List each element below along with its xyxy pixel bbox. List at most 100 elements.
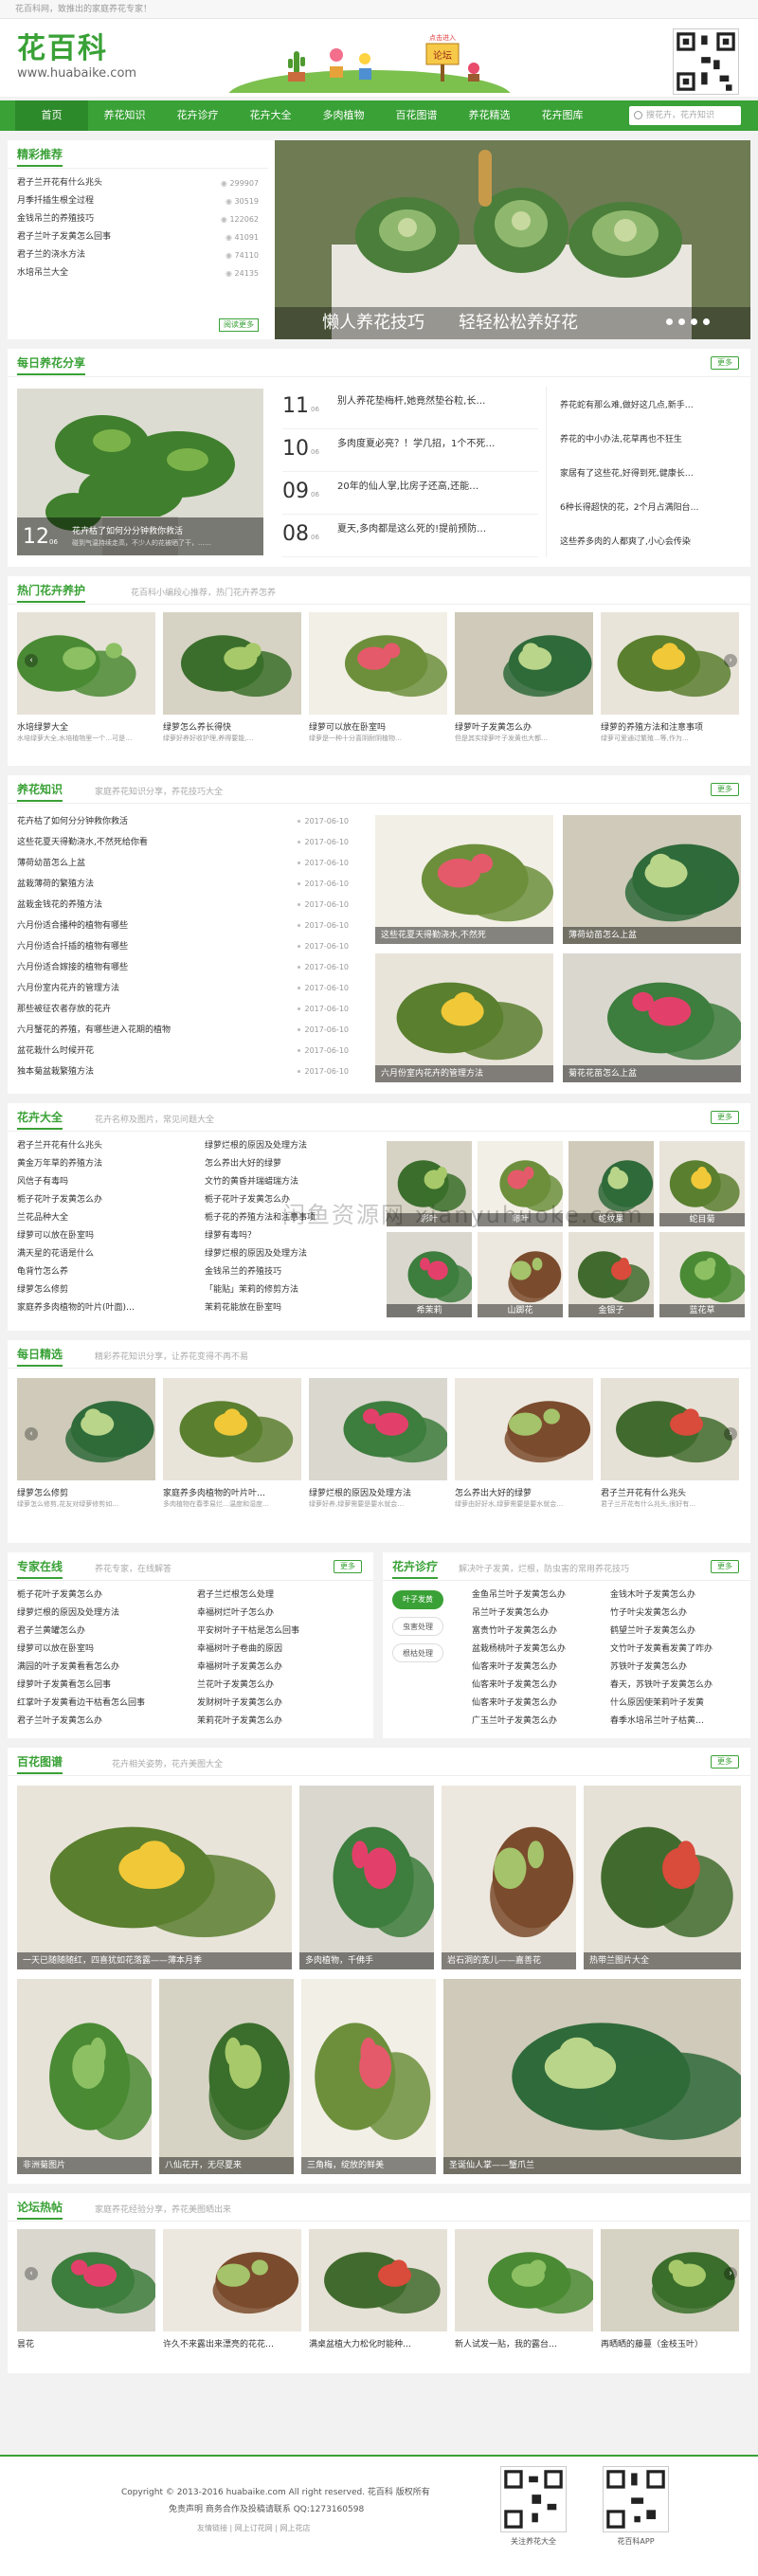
encyc-item[interactable]: 怎么养出大好的绿萝 xyxy=(205,1155,380,1173)
expert-item[interactable]: 君子兰烂根怎么处理 xyxy=(197,1587,368,1605)
knowledge-item[interactable]: 六月份适合嫁接的植物有哪些 2017-06-10 xyxy=(17,957,358,978)
hot-card[interactable]: 绿萝可以放在卧室吗 绿萝是一种十分喜阴耐阴植物… xyxy=(309,612,447,754)
encyc-item[interactable]: 龟背竹怎么养 xyxy=(17,1263,192,1281)
clinic-item[interactable]: 鹤望兰叶子发黄怎么办 xyxy=(610,1623,743,1641)
clinic-tab[interactable]: 虫害处理 xyxy=(392,1617,443,1636)
encyc-item[interactable]: 满天星的花语是什么 xyxy=(17,1245,192,1263)
encyc-item[interactable]: 兰花品种大全 xyxy=(17,1209,192,1227)
site-logo[interactable]: 花百科 www.huabaike.com xyxy=(17,32,140,87)
clinic-item[interactable]: 吊兰叶子发黄怎么办 xyxy=(472,1605,605,1623)
encyc-item[interactable]: 家庭养多肉植物的叶片(叶面)… xyxy=(17,1299,192,1317)
expert-item[interactable]: 幸福树叶子发黄怎么办 xyxy=(197,1659,368,1677)
forum-next-arrow[interactable]: › xyxy=(724,2267,737,2280)
clinic-item[interactable]: 仙客来叶子发黄怎么办 xyxy=(472,1677,605,1695)
gallery-tile[interactable]: 非洲菊图片 xyxy=(17,1979,152,2174)
encyc-item[interactable]: 「能贴」茉莉的修剪方法 xyxy=(205,1281,380,1299)
featured-item[interactable]: 君子兰的浇水方法 ◉ 74110 xyxy=(17,246,259,264)
knowledge-photo[interactable]: 六月份室内花卉的管理方法 xyxy=(375,953,553,1082)
knowledge-photo[interactable]: 薄荷幼苗怎么上盆 xyxy=(563,815,741,944)
nav-item-home[interactable]: 首页 xyxy=(15,100,88,131)
expert-item[interactable]: 满园的叶子发黄看看怎么办 xyxy=(17,1659,188,1677)
encyc-item[interactable]: 绿萝可以放在卧室吗 xyxy=(17,1227,192,1245)
dated-item[interactable]: 09 06 20年的仙人掌,比房子还高,还能… xyxy=(282,472,538,515)
hot-prev-arrow[interactable]: ‹ xyxy=(25,654,38,667)
expert-item[interactable]: 红掌叶子发黄看边干枯看怎么回事 xyxy=(17,1695,188,1713)
nav-item-picks[interactable]: 养花精选 xyxy=(453,100,526,131)
expert-item[interactable]: 绿萝烂根的原因及处理方法 xyxy=(17,1605,188,1623)
knowledge-item[interactable]: 独本菊盆栽繁殖方法 2017-06-10 xyxy=(17,1061,358,1082)
forum-card[interactable]: 再晒晒的藤蔓（金枝玉叶） xyxy=(601,2229,739,2362)
encyc-item[interactable]: 文竹的黄昏并瑞蜡瑞方法 xyxy=(205,1173,380,1191)
encyc-tile[interactable]: 蓝花草 xyxy=(659,1232,745,1317)
knowledge-photo[interactable]: 菊花花苗怎么上盆 xyxy=(563,953,741,1082)
clinic-item[interactable]: 竹子叶尖发黄怎么办 xyxy=(610,1605,743,1623)
expert-item[interactable]: 兰花叶子发黄怎么办 xyxy=(197,1677,368,1695)
clinic-item[interactable]: 金钱木叶子发黄怎么办 xyxy=(610,1587,743,1605)
encyc-tile[interactable]: 蛇目菊 xyxy=(659,1141,745,1226)
featured-item[interactable]: 君子兰开花有什么兆头 ◉ 299907 xyxy=(17,174,259,192)
clinic-item[interactable]: 金鱼吊兰叶子发黄怎么办 xyxy=(472,1587,605,1605)
nav-item-encyclopedia[interactable]: 花卉大全 xyxy=(234,100,307,131)
featured-item[interactable]: 金钱吊兰的养殖技巧 ◉ 122062 xyxy=(17,210,259,228)
search-input[interactable]: 搜花卉，花卉知识 xyxy=(629,106,741,125)
daily-right-item[interactable]: 6种长得超快的花，2个月占满阳台… xyxy=(560,491,740,525)
expert-item[interactable]: 君子兰叶子发黄怎么办 xyxy=(17,1713,188,1731)
pick-card[interactable]: 君子兰开花有什么兆头 君子兰开花有什么兆头,很好有… xyxy=(601,1378,739,1539)
encyc-item[interactable]: 绿萝烂根的原因及处理方法 xyxy=(205,1245,380,1263)
encyc-tile[interactable]: 金银子 xyxy=(568,1232,654,1317)
daily-right-item[interactable]: 家居有了这些花,好得到死,健康长… xyxy=(560,457,740,491)
knowledge-item[interactable]: 六月蟹花的养殖，有哪些进入花期的植物 2017-06-10 xyxy=(17,1020,358,1041)
picks-prev-arrow[interactable]: ‹ xyxy=(25,1427,38,1441)
clinic-item[interactable]: 盆栽杨桃叶子发黄怎么办 xyxy=(472,1641,605,1659)
encyc-item[interactable]: 栀子花叶子发黄怎么办 xyxy=(17,1191,192,1209)
encyc-item[interactable]: 茉莉花能放在卧室吗 xyxy=(205,1299,380,1317)
knowledge-item[interactable]: 薄荷幼苗怎么上盆 2017-06-10 xyxy=(17,853,358,874)
forum-prev-arrow[interactable]: ‹ xyxy=(25,2267,38,2280)
forum-card[interactable]: 许久不来露出来漂亮的花花… xyxy=(163,2229,301,2362)
clinic-item[interactable]: 仙客来叶子发黄怎么办 xyxy=(472,1695,605,1713)
nav-item-knowledge[interactable]: 养花知识 xyxy=(88,100,161,131)
gallery-tile[interactable]: 三角梅，绽放的鲜美 xyxy=(301,1979,436,2174)
clinic-item[interactable]: 春天，苏铁叶子发黄怎么办 xyxy=(610,1677,743,1695)
gallery-tile[interactable]: 八仙花开，无尽夏来 xyxy=(159,1979,294,2174)
featured-item[interactable]: 君子兰叶子发黄怎么回事 ◉ 41091 xyxy=(17,228,259,246)
dated-item[interactable]: 08 06 夏天,多肉都是这么死的!提前预防… xyxy=(282,515,538,557)
clinic-tab[interactable]: 叶子发黄 xyxy=(392,1590,443,1609)
knowledge-more-button[interactable]: 更多 xyxy=(711,783,739,796)
gallery-tile[interactable]: 圣诞仙人掌——蟹爪兰 xyxy=(443,1979,741,2174)
featured-slideshow[interactable]: 懒人养花技巧 轻轻松松养好花 xyxy=(275,140,750,339)
dated-item[interactable]: 10 06 多肉度夏必亮？！学几招，1个不死… xyxy=(282,429,538,472)
knowledge-item[interactable]: 六月份适合播种的植物有哪些 2017-06-10 xyxy=(17,916,358,936)
encyc-item[interactable]: 绿萝烂根的原因及处理方法 xyxy=(205,1137,380,1155)
nav-item-succulents[interactable]: 多肉植物 xyxy=(307,100,380,131)
knowledge-item[interactable]: 盆栽薄荷的繁殖方法 2017-06-10 xyxy=(17,874,358,895)
gallery-tile[interactable]: 热带兰图片大全 xyxy=(584,1786,741,1969)
forum-card[interactable]: 满桌盆植大力松化时能种… xyxy=(309,2229,447,2362)
gallery-tile[interactable]: 多肉植物，千佛手 xyxy=(299,1786,434,1969)
encyc-tile[interactable]: 希茉莉 xyxy=(387,1232,472,1317)
encyc-item[interactable]: 绿萝怎么修剪 xyxy=(17,1281,192,1299)
pick-card[interactable]: 怎么养出大好的绿萝 绿萝由好好水,绿萝需要是要水就会… xyxy=(455,1378,593,1539)
hot-next-arrow[interactable]: › xyxy=(724,654,737,667)
knowledge-item[interactable]: 六月份室内花卉的管理方法 2017-06-10 xyxy=(17,978,358,999)
gallery-more-button[interactable]: 更多 xyxy=(711,1755,739,1769)
daily-right-item[interactable]: 养花蛇有那么难,做好这几点,新手… xyxy=(560,389,740,423)
pick-card[interactable]: 绿萝烂根的原因及处理方法 绿萝好养,绿萝需要是要水就会… xyxy=(309,1378,447,1539)
expert-item[interactable]: 茉莉花叶子发黄怎么办 xyxy=(197,1713,368,1731)
picks-next-arrow[interactable]: › xyxy=(724,1427,737,1441)
forum-card[interactable]: 新人试发一贴，我的露台… xyxy=(455,2229,593,2362)
encyc-item[interactable]: 风信子有毒吗 xyxy=(17,1173,192,1191)
nav-item-gallery[interactable]: 百花图谱 xyxy=(380,100,453,131)
knowledge-item[interactable]: 那些被征农者存放的花卉 2017-06-10 xyxy=(17,999,358,1020)
expert-item[interactable]: 幸福树叶子卷曲的原因 xyxy=(197,1641,368,1659)
daily-more-button[interactable]: 更多 xyxy=(711,356,739,370)
clinic-item[interactable]: 富贵竹叶子发黄怎么办 xyxy=(472,1623,605,1641)
clinic-tab[interactable]: 根枯处理 xyxy=(392,1643,443,1662)
clinic-item[interactable]: 什么原因使茉莉叶子发黄 xyxy=(610,1695,743,1713)
expert-item[interactable]: 平安树叶子干枯是怎么回事 xyxy=(197,1623,368,1641)
hot-card[interactable]: 绿萝的养殖方法和注意事项 绿萝可爱通过繁殖...等,作为… xyxy=(601,612,739,754)
expert-item[interactable]: 栀子花叶子发黄怎么办 xyxy=(17,1587,188,1605)
knowledge-photo[interactable]: 这些花夏天得勤浇水,不然死 xyxy=(375,815,553,944)
daily-right-item[interactable]: 这些养多肉的人都爽了,小心会传染 xyxy=(560,525,740,559)
encyc-item[interactable]: 绿萝有毒吗？ xyxy=(205,1227,380,1245)
